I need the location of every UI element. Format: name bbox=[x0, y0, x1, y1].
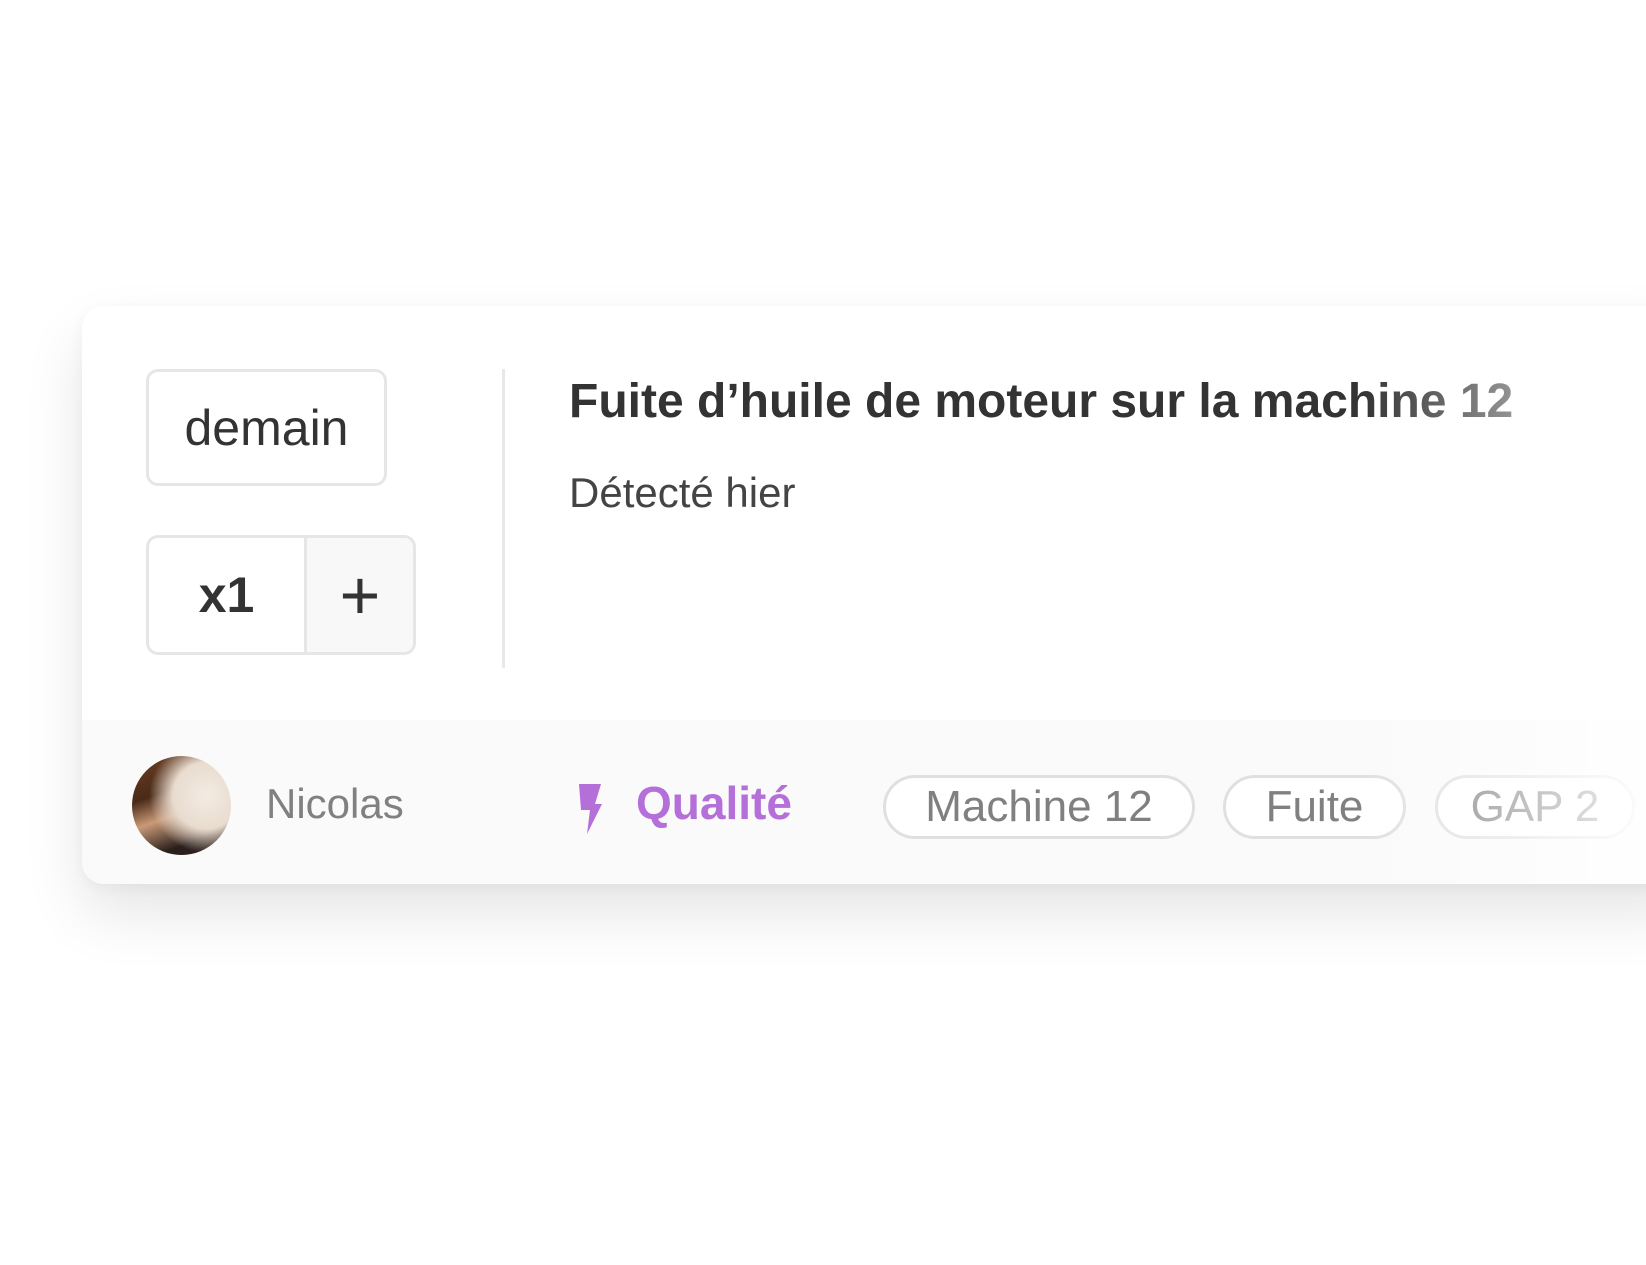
divider bbox=[502, 369, 505, 668]
task-title: Fuite d’huile de moteur sur la machine 1… bbox=[569, 375, 1514, 428]
quantity-value: x1 bbox=[149, 538, 307, 652]
quantity-stepper[interactable]: x1 + bbox=[146, 535, 416, 655]
tag-chip[interactable]: Machine 12 bbox=[883, 775, 1195, 839]
tag-chip[interactable]: GAP 2 bbox=[1435, 775, 1635, 839]
category-label: Qualité bbox=[636, 777, 792, 829]
avatar bbox=[132, 756, 231, 855]
task-card[interactable]: demain x1 + Fuite d’huile de moteur sur … bbox=[82, 306, 1646, 884]
increment-button[interactable]: + bbox=[307, 538, 413, 652]
tag-chip[interactable]: Fuite bbox=[1223, 775, 1406, 839]
task-detected-time: Détecté hier bbox=[569, 469, 796, 516]
due-date-button[interactable]: demain bbox=[146, 369, 387, 486]
due-date-label: demain bbox=[184, 399, 349, 456]
assignee-name: Nicolas bbox=[266, 780, 404, 827]
bolt-icon bbox=[579, 784, 602, 834]
